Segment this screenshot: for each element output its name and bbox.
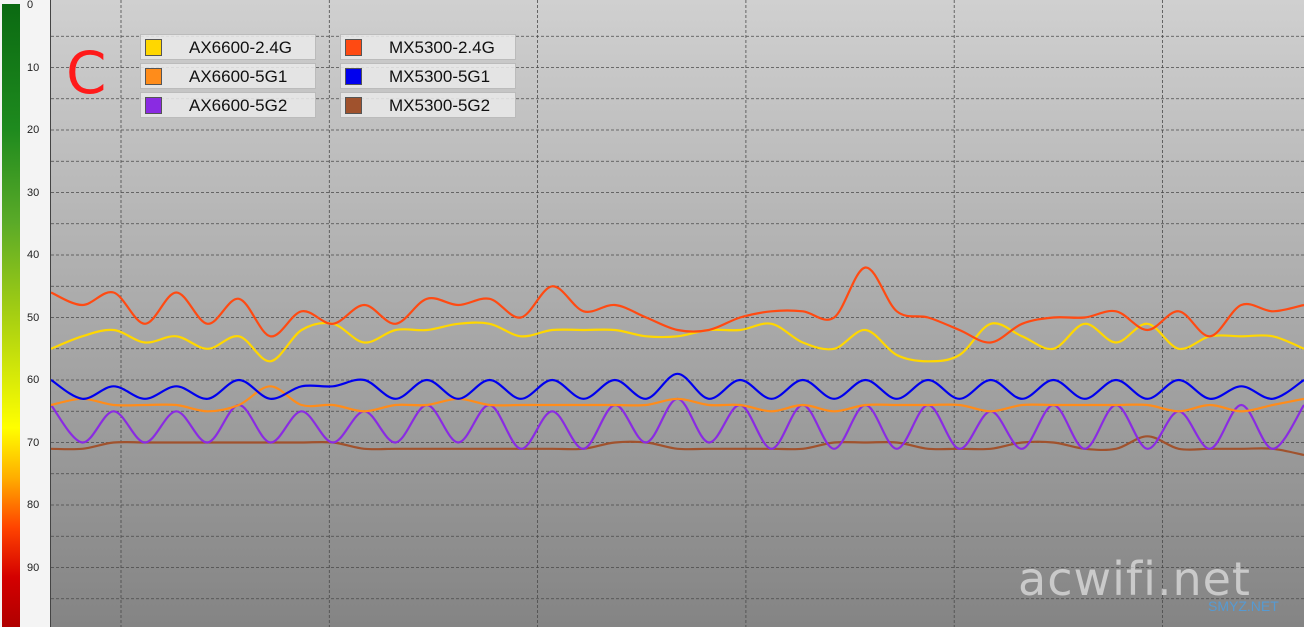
legend-swatch: [145, 97, 162, 114]
legend-label: MX5300-5G2: [389, 96, 491, 115]
legend-item: AX6600-2.4G: [140, 34, 316, 60]
legend-swatch: [345, 39, 362, 56]
y-tick-label: 80: [27, 499, 40, 511]
legend-item: MX5300-5G2: [340, 92, 516, 118]
legend-item: MX5300-5G1: [340, 63, 516, 89]
legend-swatch: [145, 68, 162, 85]
corner-mark: C: [66, 39, 107, 107]
legend-label: MX5300-2.4G: [389, 38, 495, 57]
legend-swatch: [345, 97, 362, 114]
legend-item: MX5300-2.4G: [340, 34, 516, 60]
legend: AX6600-2.4G AX6600-5G1 AX6600-5G2 MX5300-2.…: [140, 34, 520, 122]
y-tick-label: 60: [27, 374, 40, 386]
legend-label: AX6600-5G2: [189, 96, 288, 115]
y-tick-label: 10: [27, 61, 40, 74]
y-axis-scale: 0 10 20 30 40 50 60 70 80 90: [0, 0, 50, 627]
y-tick-label: 40: [27, 249, 40, 261]
legend-item: AX6600-5G1: [140, 63, 316, 89]
y-tick-label: 50: [27, 311, 40, 324]
y-tick-label: 0: [27, 0, 34, 11]
legend-item: AX6600-5G2: [140, 92, 316, 118]
legend-label: MX5300-5G1: [389, 67, 491, 86]
watermark-small: SMYZ.NET: [1208, 598, 1279, 614]
legend-label: AX6600-5G1: [189, 67, 288, 86]
color-scale-bar: [2, 4, 20, 627]
y-tick-label: 30: [27, 186, 40, 199]
legend-swatch: [145, 39, 162, 56]
y-tick-label: 90: [27, 561, 40, 574]
y-tick-label: 70: [27, 436, 40, 449]
y-tick-label: 20: [27, 124, 40, 136]
legend-label: AX6600-2.4G: [189, 38, 293, 57]
legend-swatch: [345, 68, 362, 85]
